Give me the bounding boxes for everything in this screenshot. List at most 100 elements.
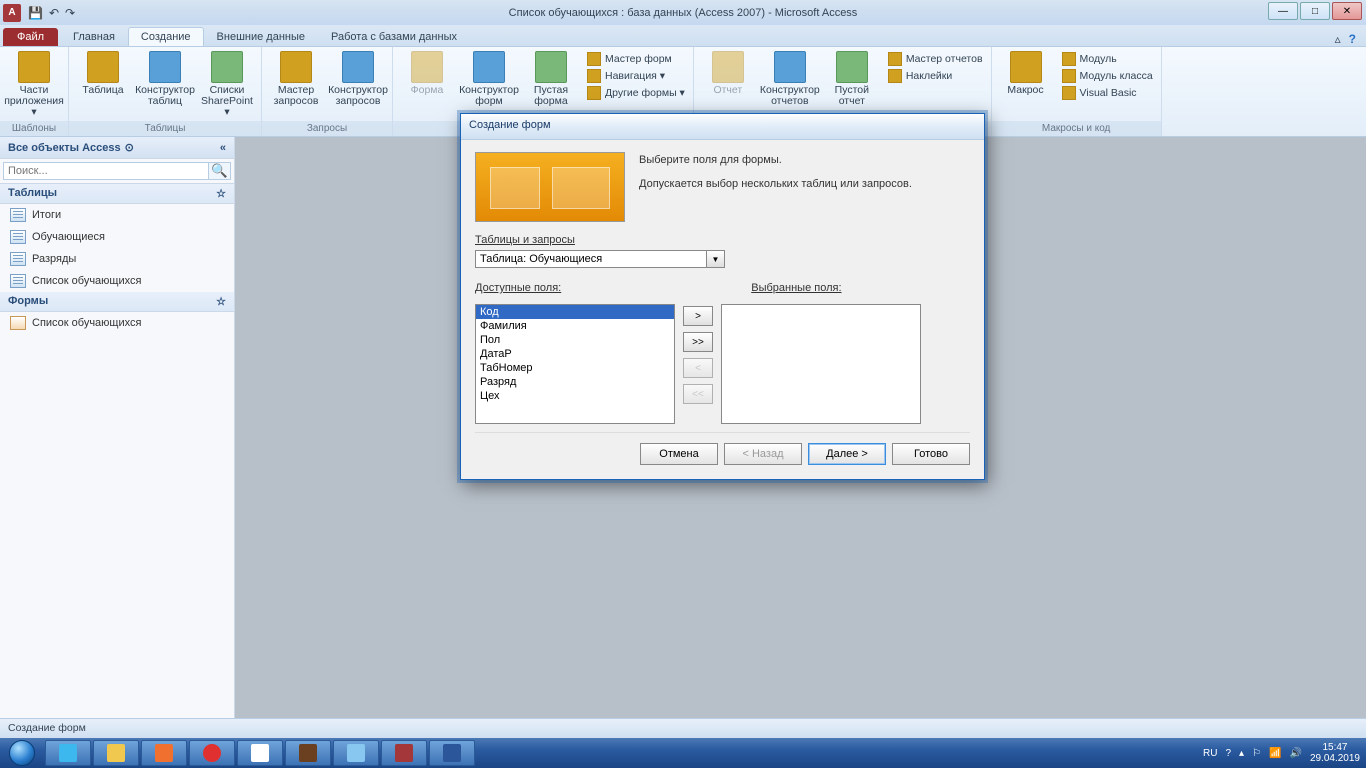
nav-header[interactable]: Все объекты Access ⊙ « [0, 137, 234, 159]
ribbon-small-button[interactable]: Наклейки [884, 68, 987, 84]
start-button[interactable] [0, 738, 44, 768]
ribbon-button[interactable]: Конструкторформ [459, 49, 519, 109]
selected-fields-list[interactable] [721, 304, 921, 424]
taskbar-winrar[interactable] [285, 740, 331, 766]
taskbar-word[interactable] [429, 740, 475, 766]
finish-button[interactable]: Готово [892, 443, 970, 465]
tables-combo-input[interactable] [475, 250, 707, 268]
taskbar-ie[interactable] [45, 740, 91, 766]
ribbon-button[interactable]: Макрос [996, 49, 1056, 98]
ribbon-group-label: Шаблоны [0, 121, 68, 136]
ribbon-group: Частиприложения ▾Шаблоны [0, 47, 69, 136]
cancel-button[interactable]: Отмена [640, 443, 718, 465]
ribbon-button[interactable]: Частиприложения ▾ [4, 49, 64, 120]
tables-combo-dropdown[interactable]: ▼ [707, 250, 725, 268]
ribbon-button[interactable]: Конструкторзапросов [328, 49, 388, 109]
taskbar-opera[interactable] [189, 740, 235, 766]
ribbon-icon [774, 51, 806, 83]
back-button[interactable]: < Назад [724, 443, 802, 465]
ribbon-icon [211, 51, 243, 83]
ribbon-small-button[interactable]: Мастер форм [583, 51, 689, 67]
save-icon[interactable]: 💾 [28, 6, 43, 20]
wizard-intro-1: Выберите поля для формы. [639, 154, 970, 166]
nav-section-header[interactable]: Таблицы☆ [0, 184, 234, 204]
tables-combo[interactable]: ▼ [475, 250, 725, 268]
nav-collapse-icon[interactable]: « [220, 142, 226, 154]
window-titlebar: A 💾 ↶ ↷ Список обучающихся : база данных… [0, 0, 1366, 25]
ribbon-tab-0[interactable]: Главная [60, 27, 128, 46]
maximize-button[interactable]: □ [1300, 2, 1330, 20]
ribbon-tab-3[interactable]: Работа с базами данных [318, 27, 470, 46]
ribbon-button[interactable]: Пустойотчет [822, 49, 882, 109]
ribbon-group: МакросМодульМодуль классаVisual BasicМак… [992, 47, 1162, 136]
ribbon-group-label: Запросы [262, 121, 392, 136]
ribbon-small-button[interactable]: Мастер отчетов [884, 51, 987, 67]
add-all-fields-button[interactable]: >> [683, 332, 713, 352]
field-item[interactable]: Цех [476, 389, 674, 403]
ribbon-icon [1010, 51, 1042, 83]
nav-item[interactable]: Разряды [0, 248, 234, 270]
field-item[interactable]: ТабНомер [476, 361, 674, 375]
ribbon-tabs: Файл ГлавнаяСозданиеВнешние данныеРабота… [0, 25, 1366, 47]
nav-item[interactable]: Список обучающихся [0, 312, 234, 334]
wizard-intro-2: Допускается выбор нескольких таблиц или … [639, 178, 970, 190]
tray-clock[interactable]: 15:47 29.04.2019 [1310, 742, 1360, 764]
form-icon [10, 316, 26, 330]
field-item[interactable]: ДатаР [476, 347, 674, 361]
tray-chevron-icon[interactable]: ▴ [1239, 748, 1244, 759]
taskbar-explorer[interactable] [93, 740, 139, 766]
next-button[interactable]: Далее > [808, 443, 886, 465]
field-item[interactable]: Пол [476, 333, 674, 347]
ribbon-button[interactable]: СпискиSharePoint ▾ [197, 49, 257, 120]
table-icon [10, 230, 26, 244]
remove-field-button[interactable]: < [683, 358, 713, 378]
nav-item[interactable]: Обучающиеся [0, 226, 234, 248]
tray-help-icon[interactable]: ? [1225, 748, 1231, 759]
ribbon-button[interactable]: Пустаяформа [521, 49, 581, 109]
ribbon-icon [87, 51, 119, 83]
taskbar-mediaplayer[interactable] [141, 740, 187, 766]
tray-volume-icon[interactable]: 🔊 [1289, 748, 1301, 759]
taskbar-yandex[interactable] [237, 740, 283, 766]
remove-all-fields-button[interactable]: << [683, 384, 713, 404]
ribbon-tab-1[interactable]: Создание [128, 27, 204, 46]
search-button[interactable]: 🔍 [209, 162, 231, 180]
ribbon-small-button[interactable]: Visual Basic [1058, 85, 1157, 101]
field-item[interactable]: Разряд [476, 375, 674, 389]
file-tab[interactable]: Файл [3, 28, 58, 46]
ribbon-button[interactable]: Мастерзапросов [266, 49, 326, 109]
ribbon-icon [342, 51, 374, 83]
field-item[interactable]: Фамилия [476, 319, 674, 333]
add-field-button[interactable]: > [683, 306, 713, 326]
ribbon-small-button[interactable]: Другие формы ▾ [583, 85, 689, 101]
ribbon-small-button[interactable]: Модуль [1058, 51, 1157, 67]
ribbon-button[interactable]: Конструкторотчетов [760, 49, 820, 109]
ribbon-icon [535, 51, 567, 83]
field-item[interactable]: Код [476, 305, 674, 319]
table-icon [10, 208, 26, 222]
tray-network-icon[interactable]: 📶 [1269, 748, 1281, 759]
tray-lang[interactable]: RU [1203, 748, 1217, 759]
ribbon-group: МастерзапросовКонструкторзапросов Запросы [262, 47, 393, 136]
ribbon-small-button[interactable]: Навигация ▾ [583, 68, 689, 84]
taskbar-access[interactable] [381, 740, 427, 766]
close-button[interactable]: ✕ [1332, 2, 1362, 20]
undo-icon[interactable]: ↶ [49, 6, 59, 20]
nav-item[interactable]: Итоги [0, 204, 234, 226]
available-fields-list[interactable]: КодФамилияПолДатаРТабНомерРазрядЦех [475, 304, 675, 424]
taskbar-paint[interactable] [333, 740, 379, 766]
ribbon-tab-2[interactable]: Внешние данные [204, 27, 318, 46]
ribbon-icon [411, 51, 443, 83]
search-input[interactable] [3, 162, 209, 180]
nav-item[interactable]: Список обучающихся [0, 270, 234, 292]
redo-icon[interactable]: ↷ [65, 6, 75, 20]
help-icon[interactable]: ? [1349, 32, 1356, 46]
nav-header-label: Все объекты Access [8, 142, 121, 154]
ribbon-button[interactable]: Таблица [73, 49, 133, 98]
tray-flag-icon[interactable]: ⚐ [1252, 748, 1261, 759]
minimize-ribbon-icon[interactable]: ▵ [1335, 32, 1341, 46]
ribbon-small-button[interactable]: Модуль класса [1058, 68, 1157, 84]
minimize-button[interactable]: — [1268, 2, 1298, 20]
ribbon-button[interactable]: Конструктортаблиц [135, 49, 195, 109]
nav-section-header[interactable]: Формы☆ [0, 292, 234, 312]
